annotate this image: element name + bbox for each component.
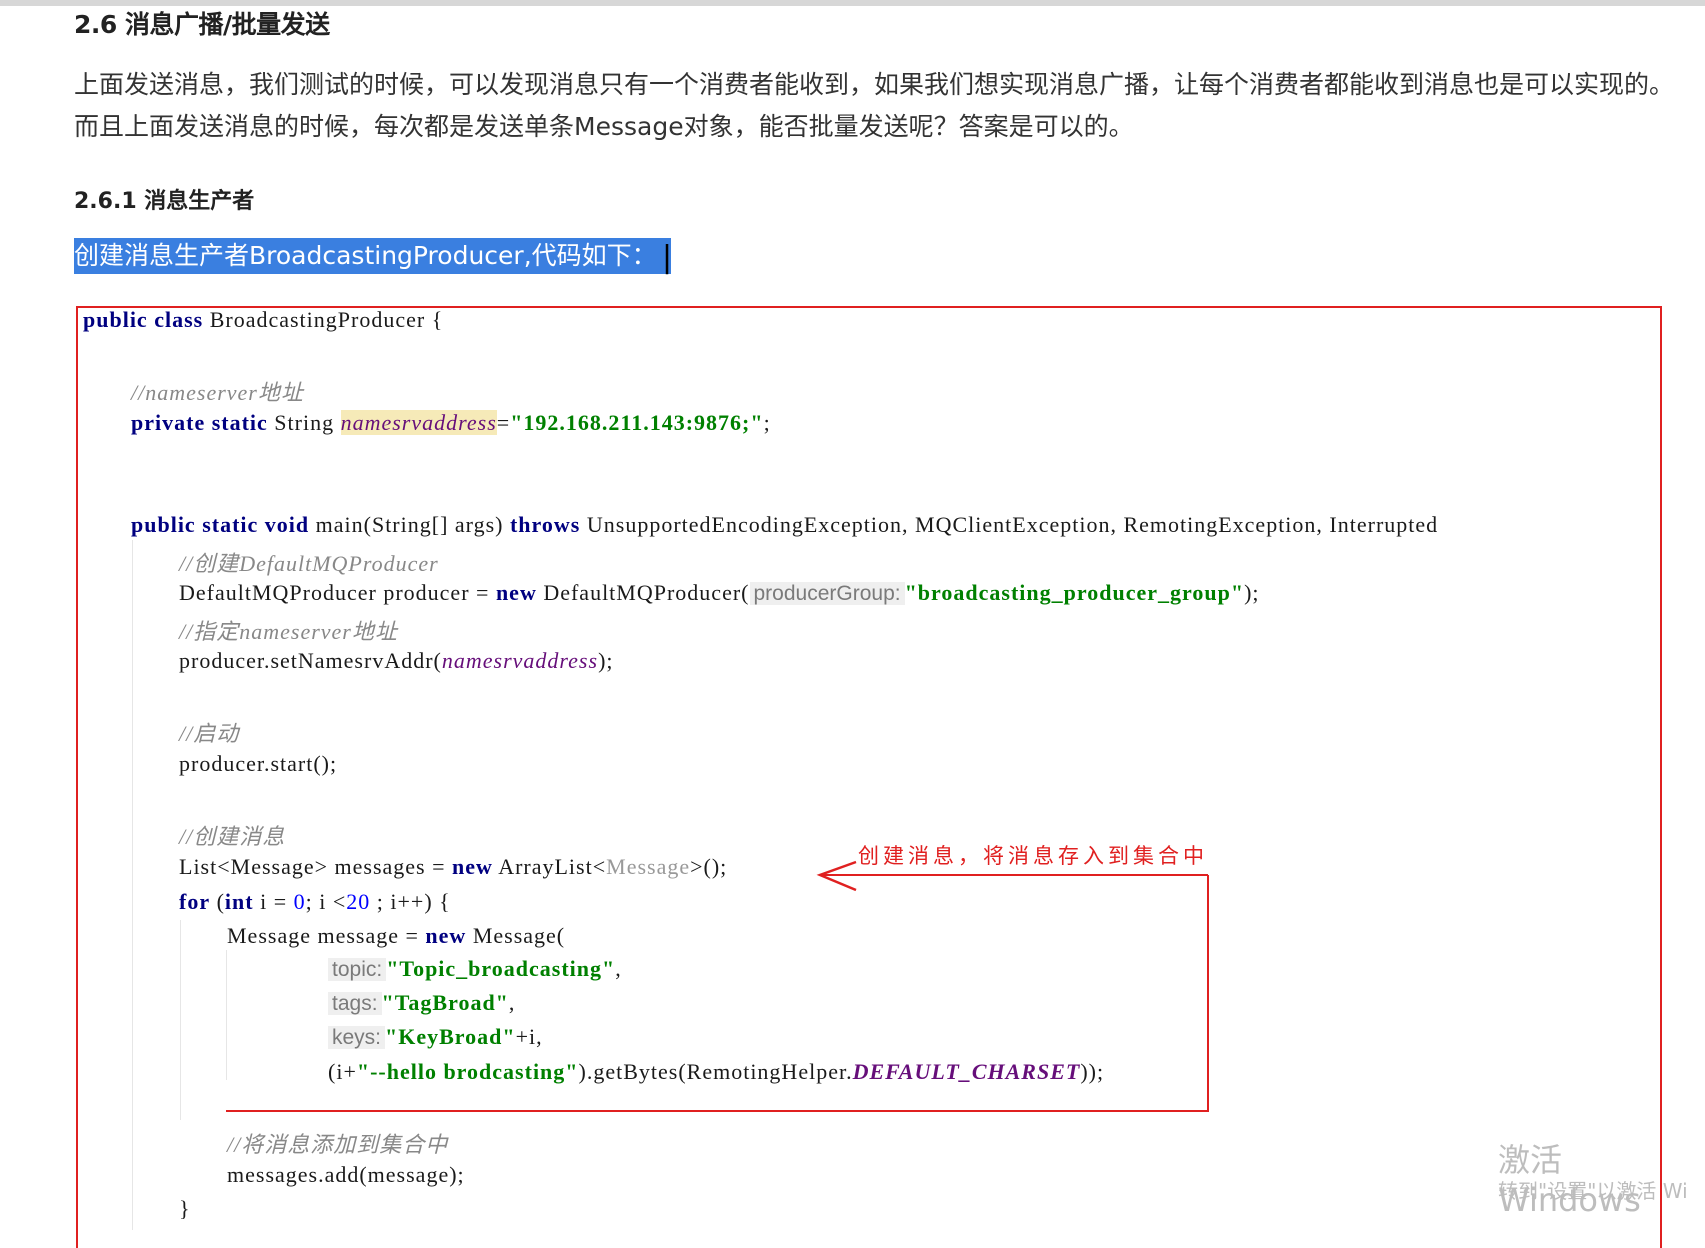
activation-watermark-subtitle: 转到"设置"以激活 Wi bbox=[1498, 1179, 1688, 1203]
annotation-bracket bbox=[226, 875, 1209, 1112]
annotation-text: 创建消息，将消息存入到集合中 bbox=[858, 844, 1208, 868]
annotation-overlay bbox=[226, 860, 1209, 1112]
